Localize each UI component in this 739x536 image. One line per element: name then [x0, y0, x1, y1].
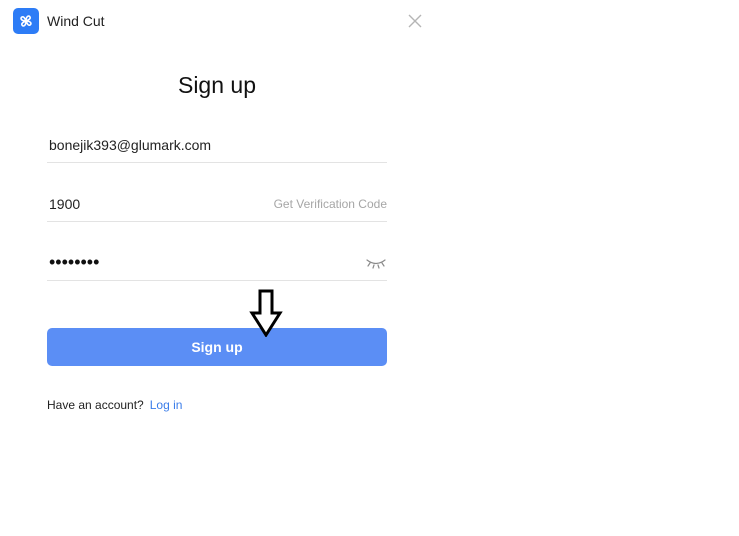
title-bar: Wind Cut	[0, 0, 434, 42]
email-field	[47, 130, 387, 163]
verification-code-field: Get Verification Code	[47, 189, 387, 222]
have-account-text: Have an account?	[47, 398, 144, 412]
app-title: Wind Cut	[47, 13, 105, 29]
get-verification-code-button[interactable]: Get Verification Code	[274, 197, 387, 211]
close-button[interactable]	[404, 10, 426, 32]
signup-button[interactable]: Sign up	[47, 328, 387, 366]
email-input[interactable]	[49, 134, 349, 156]
login-link[interactable]: Log in	[150, 398, 183, 412]
page-title: Sign up	[177, 72, 256, 98]
eye-closed-icon	[366, 259, 386, 269]
password-input[interactable]: ••••••••	[49, 251, 99, 273]
login-prompt: Have an account? Log in	[47, 398, 182, 412]
close-icon	[408, 14, 422, 28]
password-field: ••••••••	[47, 248, 387, 281]
pinwheel-icon	[13, 8, 39, 34]
arrow-down-icon	[249, 289, 283, 338]
signup-dialog: Wind Cut Sign up Get Verification Code •…	[0, 0, 434, 536]
toggle-password-visibility-button[interactable]	[365, 256, 387, 270]
